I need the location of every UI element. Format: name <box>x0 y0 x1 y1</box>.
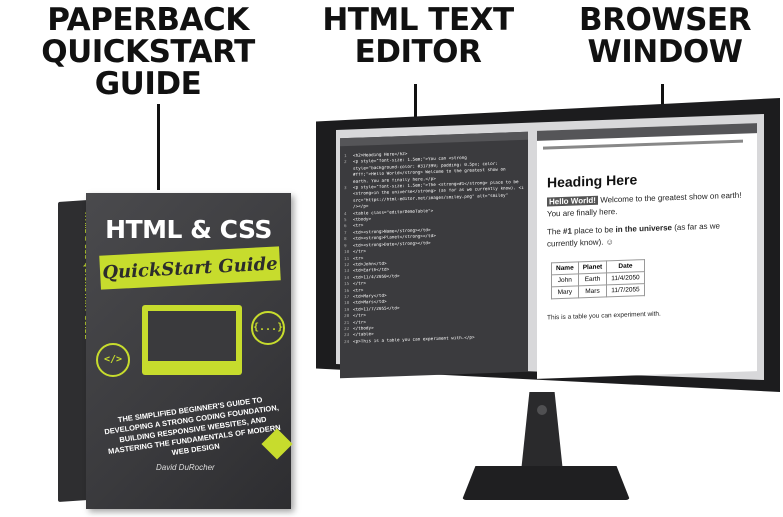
browser-heading: BROWSER WINDOW <box>560 4 770 68</box>
line-code: <td>11/4/2050</td> <box>353 273 400 281</box>
browser-paragraph-2: The #1 place to be in the universe (as f… <box>547 220 747 251</box>
code-tag-icon: </> <box>96 343 130 377</box>
browser-address-bar[interactable] <box>543 139 743 150</box>
line-code: <td>John</td> <box>353 261 387 268</box>
line-code: <tr> <box>353 223 364 230</box>
book-cover: HTML & CSS QuickStart Guide </> {...} Th… <box>86 193 293 509</box>
html-text-editor[interactable]: 1 <h2>Heading Here</h2> 2 <p style="font-si… <box>340 131 528 379</box>
browser-footer-text: This is a table you can experiment with. <box>547 310 661 322</box>
line-code: </table> <box>353 332 374 339</box>
browser-demo-table: Name Planet Date John Earth 11/4/2050 Ma… <box>551 259 645 299</box>
p2-bold-2: in the universe <box>615 223 672 235</box>
book-spine: HTML & CSS QUICKSTART GUIDE <box>56 199 90 503</box>
line-code: <td>Mary</td> <box>353 293 387 300</box>
browser-heading-line-2: WINDOW <box>587 34 743 70</box>
hello-world-highlight: Hello World! <box>547 195 598 207</box>
editor-code: 1 <h2>Heading Here</h2> 2 <p style="font-si… <box>344 148 524 346</box>
monitor-stand-neck <box>521 392 563 472</box>
p2-pre: The <box>547 226 564 237</box>
table-cell: John <box>551 273 579 287</box>
table-header: Name <box>551 261 579 275</box>
p2-bold-1: #1 <box>563 226 572 236</box>
line-code: </tr> <box>353 281 366 287</box>
table-cell: Mary <box>551 285 579 299</box>
book-heading: PAPERBACK QUICKSTART GUIDE <box>18 4 278 100</box>
line-code: <td>Mars</td> <box>353 299 387 307</box>
editor-heading: HTML TEXT EDITOR <box>308 4 528 68</box>
line-code: </tr> <box>353 313 366 319</box>
line-code: <tbody> <box>353 217 372 223</box>
line-code: /></p> <box>353 204 369 211</box>
table-row: Mary Mars 11/7/2055 <box>551 283 645 299</box>
book-spine-text: HTML & CSS QUICKSTART GUIDE <box>56 212 90 494</box>
browser-paragraph-1: Hello World! Welcome to the greatest sho… <box>547 190 747 221</box>
line-code: <td>Earth</td> <box>353 267 390 275</box>
book-heading-line-2: QUICKSTART <box>41 34 255 70</box>
p2-mid: place to be <box>571 225 616 236</box>
book-monitor-illustration <box>142 305 242 375</box>
table-cell: Mars <box>578 284 607 298</box>
line-code: <tr> <box>353 287 364 294</box>
table-cell: 11/7/2055 <box>606 283 645 297</box>
book-tagline: The Simplified Beginner's Guide to Devel… <box>103 395 282 458</box>
line-code: <td>11/7/2055</td> <box>353 305 400 313</box>
book-heading-line-1: PAPERBACK <box>47 2 249 38</box>
monitor-stand-base <box>462 466 630 500</box>
line-number: 24 <box>344 339 350 345</box>
book-subtitle-band: QuickStart Guide <box>99 246 281 290</box>
table-header: Planet <box>578 260 607 274</box>
book: HTML & CSS QUICKSTART GUIDE HTML & CSS Q… <box>38 193 293 509</box>
book-author: David DuRocher <box>156 463 215 472</box>
browser-heading-line-1: BROWSER <box>579 2 751 38</box>
cable-hole <box>537 405 547 415</box>
browser-page-heading: Heading Here <box>547 171 638 191</box>
braces-icon: {...} <box>251 311 285 345</box>
book-heading-line-3: GUIDE <box>94 66 202 102</box>
browser-window: Heading Here Hello World! Welcome to the… <box>537 123 757 379</box>
editor-heading-line-1: HTML TEXT <box>322 2 514 38</box>
line-code: </tr> <box>353 319 366 326</box>
editor-heading-line-2: EDITOR <box>354 34 482 70</box>
line-code: <tr> <box>353 255 364 262</box>
line-code: </tbody> <box>353 326 374 332</box>
table-cell: Earth <box>578 272 607 286</box>
book-illustration-screen <box>148 311 236 361</box>
line-code: </tr> <box>353 249 366 255</box>
book-title: HTML & CSS <box>105 215 272 244</box>
book-subtitle: QuickStart Guide <box>101 252 279 284</box>
book-pointer-line <box>157 104 160 190</box>
